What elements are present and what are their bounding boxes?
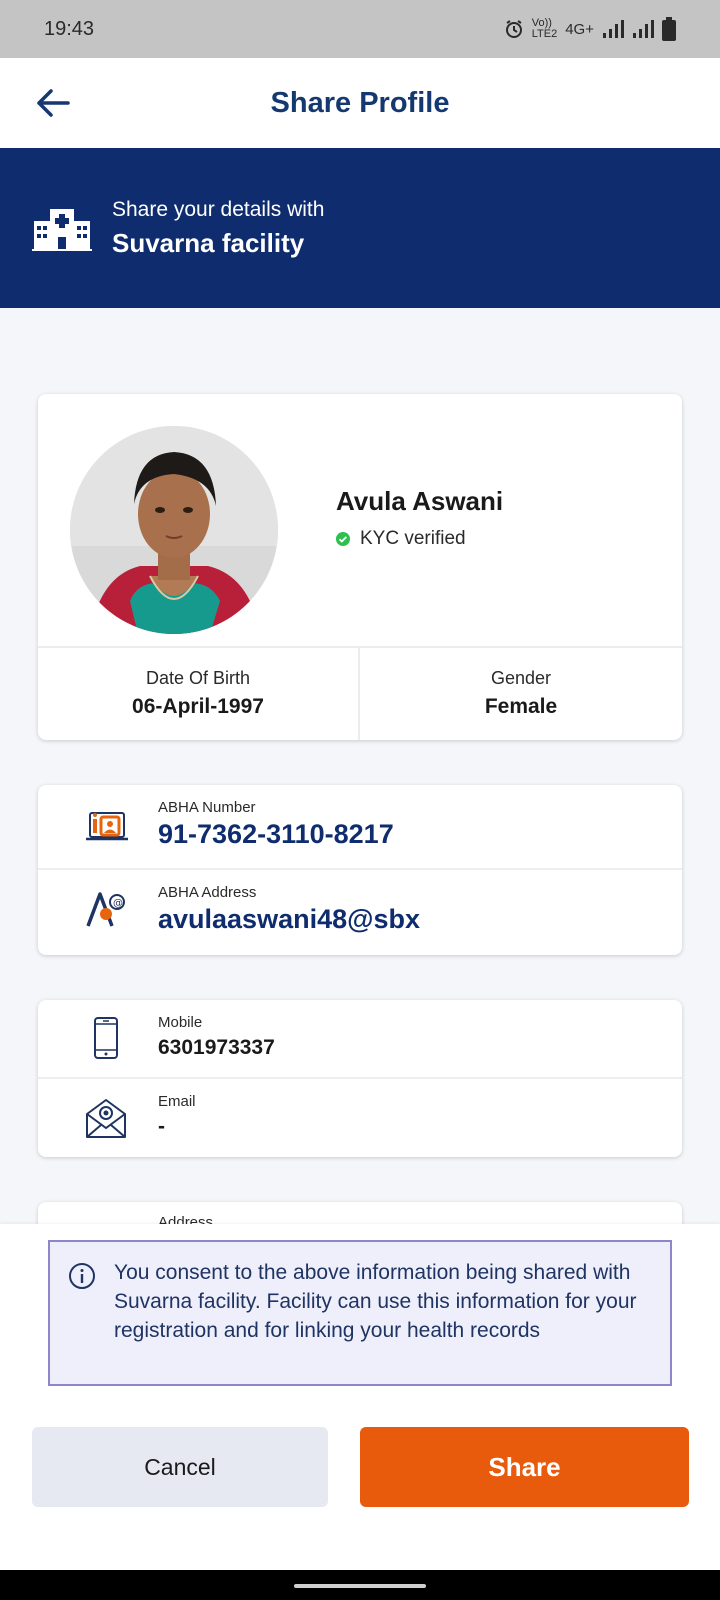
profile-card: Avula Aswani KYC verified Date Of Birth … [38,394,682,740]
email-icon [86,1099,126,1138]
gender-label: Gender [490,668,552,688]
avatar [70,426,278,634]
alarm-icon [504,19,524,39]
dob-label: Date Of Birth [145,668,251,688]
dob-value: 06-April-1997 [132,695,264,718]
gender-value: Female [484,695,558,718]
profile-name: Avula Aswani [336,486,504,516]
share-button[interactable]: Share [360,1427,689,1507]
back-button[interactable] [30,80,76,126]
status-icons: Vo)) LTE2 4G+ [504,17,676,41]
mobile-label: Mobile [158,1014,203,1031]
gender-section: Gender Female [360,648,682,740]
kyc-status: KYC verified [336,528,466,550]
page-title: Share Profile [270,86,450,119]
cancel-button[interactable]: Cancel [32,1427,328,1507]
abha-number-value: 91-7362-3110-8217 [158,819,394,849]
mobile-row: Mobile 6301973337 [38,1000,682,1077]
volte-icon: Vo)) LTE2 [532,18,557,40]
dob-section: Date Of Birth 06-April-1997 [38,648,360,740]
consent-notice: You consent to the above information bei… [48,1240,672,1386]
mobile-value: 6301973337 [158,1036,275,1059]
signal-icon-2 [632,19,654,39]
system-nav-bar [0,1570,720,1600]
abha-number-label: ABHA Number [158,799,256,816]
profile-photo [70,426,278,634]
facility-banner: Share your details with Suvarna facility [0,148,720,308]
back-arrow-icon [37,89,70,117]
home-gesture-handle[interactable] [294,1584,426,1588]
signal-icon [602,19,624,39]
bottom-action-panel: You consent to the above information bei… [0,1224,720,1570]
consent-text: You consent to the above information bei… [114,1261,637,1342]
network-type-label: 4G+ [565,20,594,38]
svg-text:@: @ [113,898,123,909]
banner-subtitle: Share your details with [112,197,325,221]
hospital-icon [32,209,92,251]
verified-check-icon [336,532,350,546]
mobile-phone-icon [94,1017,118,1059]
app-header: Share Profile [0,58,720,148]
abha-card: ABHA Number 91-7362-3110-8217 @ ABHA Add… [38,785,682,955]
email-row: Email - [38,1079,682,1157]
battery-icon [662,17,676,41]
abha-address-label: ABHA Address [158,884,257,901]
abha-address-row: @ ABHA Address avulaaswani48@sbx [38,870,682,955]
email-label: Email [158,1093,196,1110]
status-time: 19:43 [44,17,95,40]
abha-id-card-icon [86,812,128,841]
status-bar: 19:43 Vo)) LTE2 4G+ [0,0,720,58]
email-value: - [158,1115,165,1138]
banner-text: Share your details with Suvarna facility [112,198,324,259]
facility-name: Suvarna facility [112,227,305,258]
abha-address-icon: @ [86,892,125,927]
abha-number-row: ABHA Number 91-7362-3110-8217 [38,785,682,868]
kyc-status-label: KYC verified [360,528,466,549]
info-icon [69,1263,95,1289]
contact-card: Mobile 6301973337 Email - [38,1000,682,1157]
lte-label: LTE2 [531,28,558,40]
abha-address-value: avulaaswani48@sbx [158,904,420,934]
